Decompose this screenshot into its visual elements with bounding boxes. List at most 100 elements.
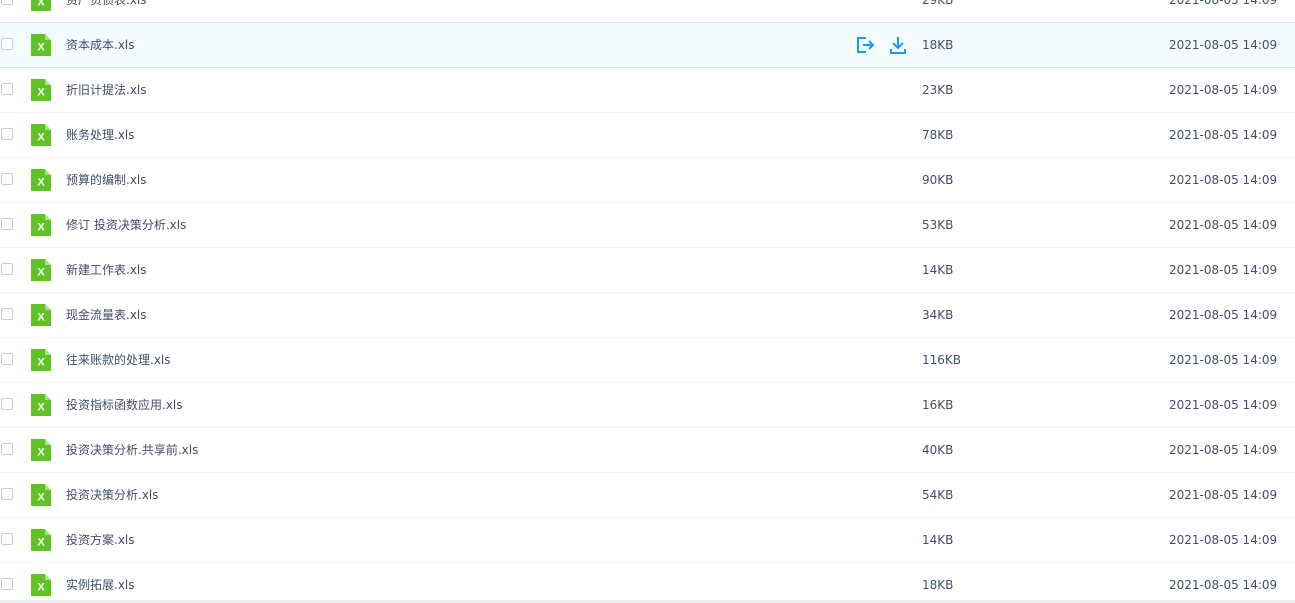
svg-text:X: X xyxy=(37,132,45,144)
file-row[interactable]: X 投资指标函数应用.xls 16KB 2021-08-05 14:09 xyxy=(0,383,1295,428)
file-modified-date: 2021-08-05 14:09 xyxy=(1169,533,1278,547)
row-checkbox[interactable] xyxy=(1,0,13,5)
file-name[interactable]: 账务处理.xls xyxy=(66,128,135,142)
file-row[interactable]: X 投资方案.xls 14KB 2021-08-05 14:09 xyxy=(0,518,1295,563)
file-modified-date: 2021-08-05 14:09 xyxy=(1169,263,1278,277)
file-row[interactable]: X 账务处理.xls 78KB 2021-08-05 14:09 xyxy=(0,113,1295,158)
file-size: 90KB xyxy=(922,173,954,187)
file-size: 14KB xyxy=(922,533,954,547)
svg-text:X: X xyxy=(37,87,45,99)
row-checkbox[interactable] xyxy=(1,443,13,455)
svg-text:X: X xyxy=(37,312,45,324)
file-size: 29KB xyxy=(922,0,954,7)
file-modified-date: 2021-08-05 14:09 xyxy=(1169,38,1278,52)
file-modified-date: 2021-08-05 14:09 xyxy=(1169,128,1278,142)
excel-file-icon: X xyxy=(31,79,51,101)
row-checkbox[interactable] xyxy=(1,308,13,320)
file-name[interactable]: 资本成本.xls xyxy=(66,38,135,52)
file-list: X 资产负债表.xls 29KB 2021-08-05 14:09 X 资本成本.xls 1… xyxy=(0,0,1295,603)
file-row[interactable]: X 现金流量表.xls 34KB 2021-08-05 14:09 xyxy=(0,293,1295,338)
file-row[interactable]: X 新建工作表.xls 14KB 2021-08-05 14:09 xyxy=(0,248,1295,293)
file-row[interactable]: X 资本成本.xls 18KB 2021-08-05 14:09 xyxy=(0,22,1295,68)
file-modified-date: 2021-08-05 14:09 xyxy=(1169,173,1278,187)
file-modified-date: 2021-08-05 14:09 xyxy=(1169,578,1278,592)
excel-file-icon: X xyxy=(31,124,51,146)
download-icon[interactable] xyxy=(888,35,908,55)
svg-text:X: X xyxy=(37,582,45,594)
share-icon[interactable] xyxy=(855,35,875,55)
file-row[interactable]: X 预算的编制.xls 90KB 2021-08-05 14:09 xyxy=(0,158,1295,203)
file-modified-date: 2021-08-05 14:09 xyxy=(1169,308,1278,322)
file-row[interactable]: X 资产负债表.xls 29KB 2021-08-05 14:09 xyxy=(0,0,1295,23)
row-checkbox[interactable] xyxy=(1,173,13,185)
row-checkbox[interactable] xyxy=(1,578,13,590)
row-checkbox[interactable] xyxy=(1,533,13,545)
excel-file-icon: X xyxy=(31,259,51,281)
file-modified-date: 2021-08-05 14:09 xyxy=(1169,488,1278,502)
file-modified-date: 2021-08-05 14:09 xyxy=(1169,83,1278,97)
row-checkbox[interactable] xyxy=(1,128,13,140)
excel-file-icon: X xyxy=(31,574,51,596)
file-name[interactable]: 往来账款的处理.xls xyxy=(66,353,171,367)
row-checkbox[interactable] xyxy=(1,218,13,230)
svg-text:X: X xyxy=(37,492,45,504)
svg-text:X: X xyxy=(37,402,45,414)
file-size: 53KB xyxy=(922,218,954,232)
file-row[interactable]: X 实例拓展.xls 18KB 2021-08-05 14:09 xyxy=(0,563,1295,603)
row-checkbox[interactable] xyxy=(1,398,13,410)
excel-file-icon: X xyxy=(31,214,51,236)
file-modified-date: 2021-08-05 14:09 xyxy=(1169,0,1278,7)
excel-file-icon: X xyxy=(31,304,51,326)
file-size: 78KB xyxy=(922,128,954,142)
file-name[interactable]: 预算的编制.xls xyxy=(66,173,147,187)
svg-text:X: X xyxy=(37,42,45,54)
svg-text:X: X xyxy=(37,177,45,189)
file-name[interactable]: 投资方案.xls xyxy=(66,533,135,547)
svg-text:X: X xyxy=(37,447,45,459)
file-size: 23KB xyxy=(922,83,954,97)
file-row[interactable]: X 投资决策分析.xls 54KB 2021-08-05 14:09 xyxy=(0,473,1295,518)
row-checkbox[interactable] xyxy=(1,488,13,500)
file-size: 14KB xyxy=(922,263,954,277)
excel-file-icon: X xyxy=(31,529,51,551)
file-size: 18KB xyxy=(922,578,954,592)
svg-text:X: X xyxy=(37,267,45,279)
file-size: 116KB xyxy=(922,353,962,367)
excel-file-icon: X xyxy=(31,484,51,506)
file-row[interactable]: X 往来账款的处理.xls 116KB 2021-08-05 14:09 xyxy=(0,338,1295,383)
file-name[interactable]: 实例拓展.xls xyxy=(66,578,135,592)
file-size: 16KB xyxy=(922,398,954,412)
file-row[interactable]: X 投资决策分析.共享前.xls 40KB 2021-08-05 14:09 xyxy=(0,428,1295,473)
file-modified-date: 2021-08-05 14:09 xyxy=(1169,443,1278,457)
file-name[interactable]: 投资决策分析.共享前.xls xyxy=(66,443,198,457)
excel-file-icon: X xyxy=(31,439,51,461)
file-name[interactable]: 新建工作表.xls xyxy=(66,263,147,277)
file-rows: X 资产负债表.xls 29KB 2021-08-05 14:09 X 资本成本.xls 1… xyxy=(0,0,1295,603)
svg-text:X: X xyxy=(37,0,45,9)
row-checkbox[interactable] xyxy=(1,38,13,50)
row-checkbox[interactable] xyxy=(1,353,13,365)
file-row[interactable]: X 折旧计提法.xls 23KB 2021-08-05 14:09 xyxy=(0,68,1295,113)
file-modified-date: 2021-08-05 14:09 xyxy=(1169,218,1278,232)
file-name[interactable]: 投资决策分析.xls xyxy=(66,488,159,502)
excel-file-icon: X xyxy=(31,34,51,56)
file-name[interactable]: 投资指标函数应用.xls xyxy=(66,398,183,412)
row-checkbox[interactable] xyxy=(1,83,13,95)
file-size: 54KB xyxy=(922,488,954,502)
file-row[interactable]: X 修订 投资决策分析.xls 53KB 2021-08-05 14:09 xyxy=(0,203,1295,248)
file-name[interactable]: 现金流量表.xls xyxy=(66,308,147,322)
file-name[interactable]: 折旧计提法.xls xyxy=(66,83,147,97)
row-checkbox[interactable] xyxy=(1,263,13,275)
svg-text:X: X xyxy=(37,537,45,549)
file-modified-date: 2021-08-05 14:09 xyxy=(1169,353,1278,367)
excel-file-icon: X xyxy=(31,0,51,11)
file-size: 40KB xyxy=(922,443,954,457)
excel-file-icon: X xyxy=(31,169,51,191)
file-name[interactable]: 资产负债表.xls xyxy=(66,0,147,7)
file-modified-date: 2021-08-05 14:09 xyxy=(1169,398,1278,412)
file-name[interactable]: 修订 投资决策分析.xls xyxy=(66,218,186,232)
excel-file-icon: X xyxy=(31,394,51,416)
file-size: 34KB xyxy=(922,308,954,322)
excel-file-icon: X xyxy=(31,349,51,371)
svg-text:X: X xyxy=(37,222,45,234)
